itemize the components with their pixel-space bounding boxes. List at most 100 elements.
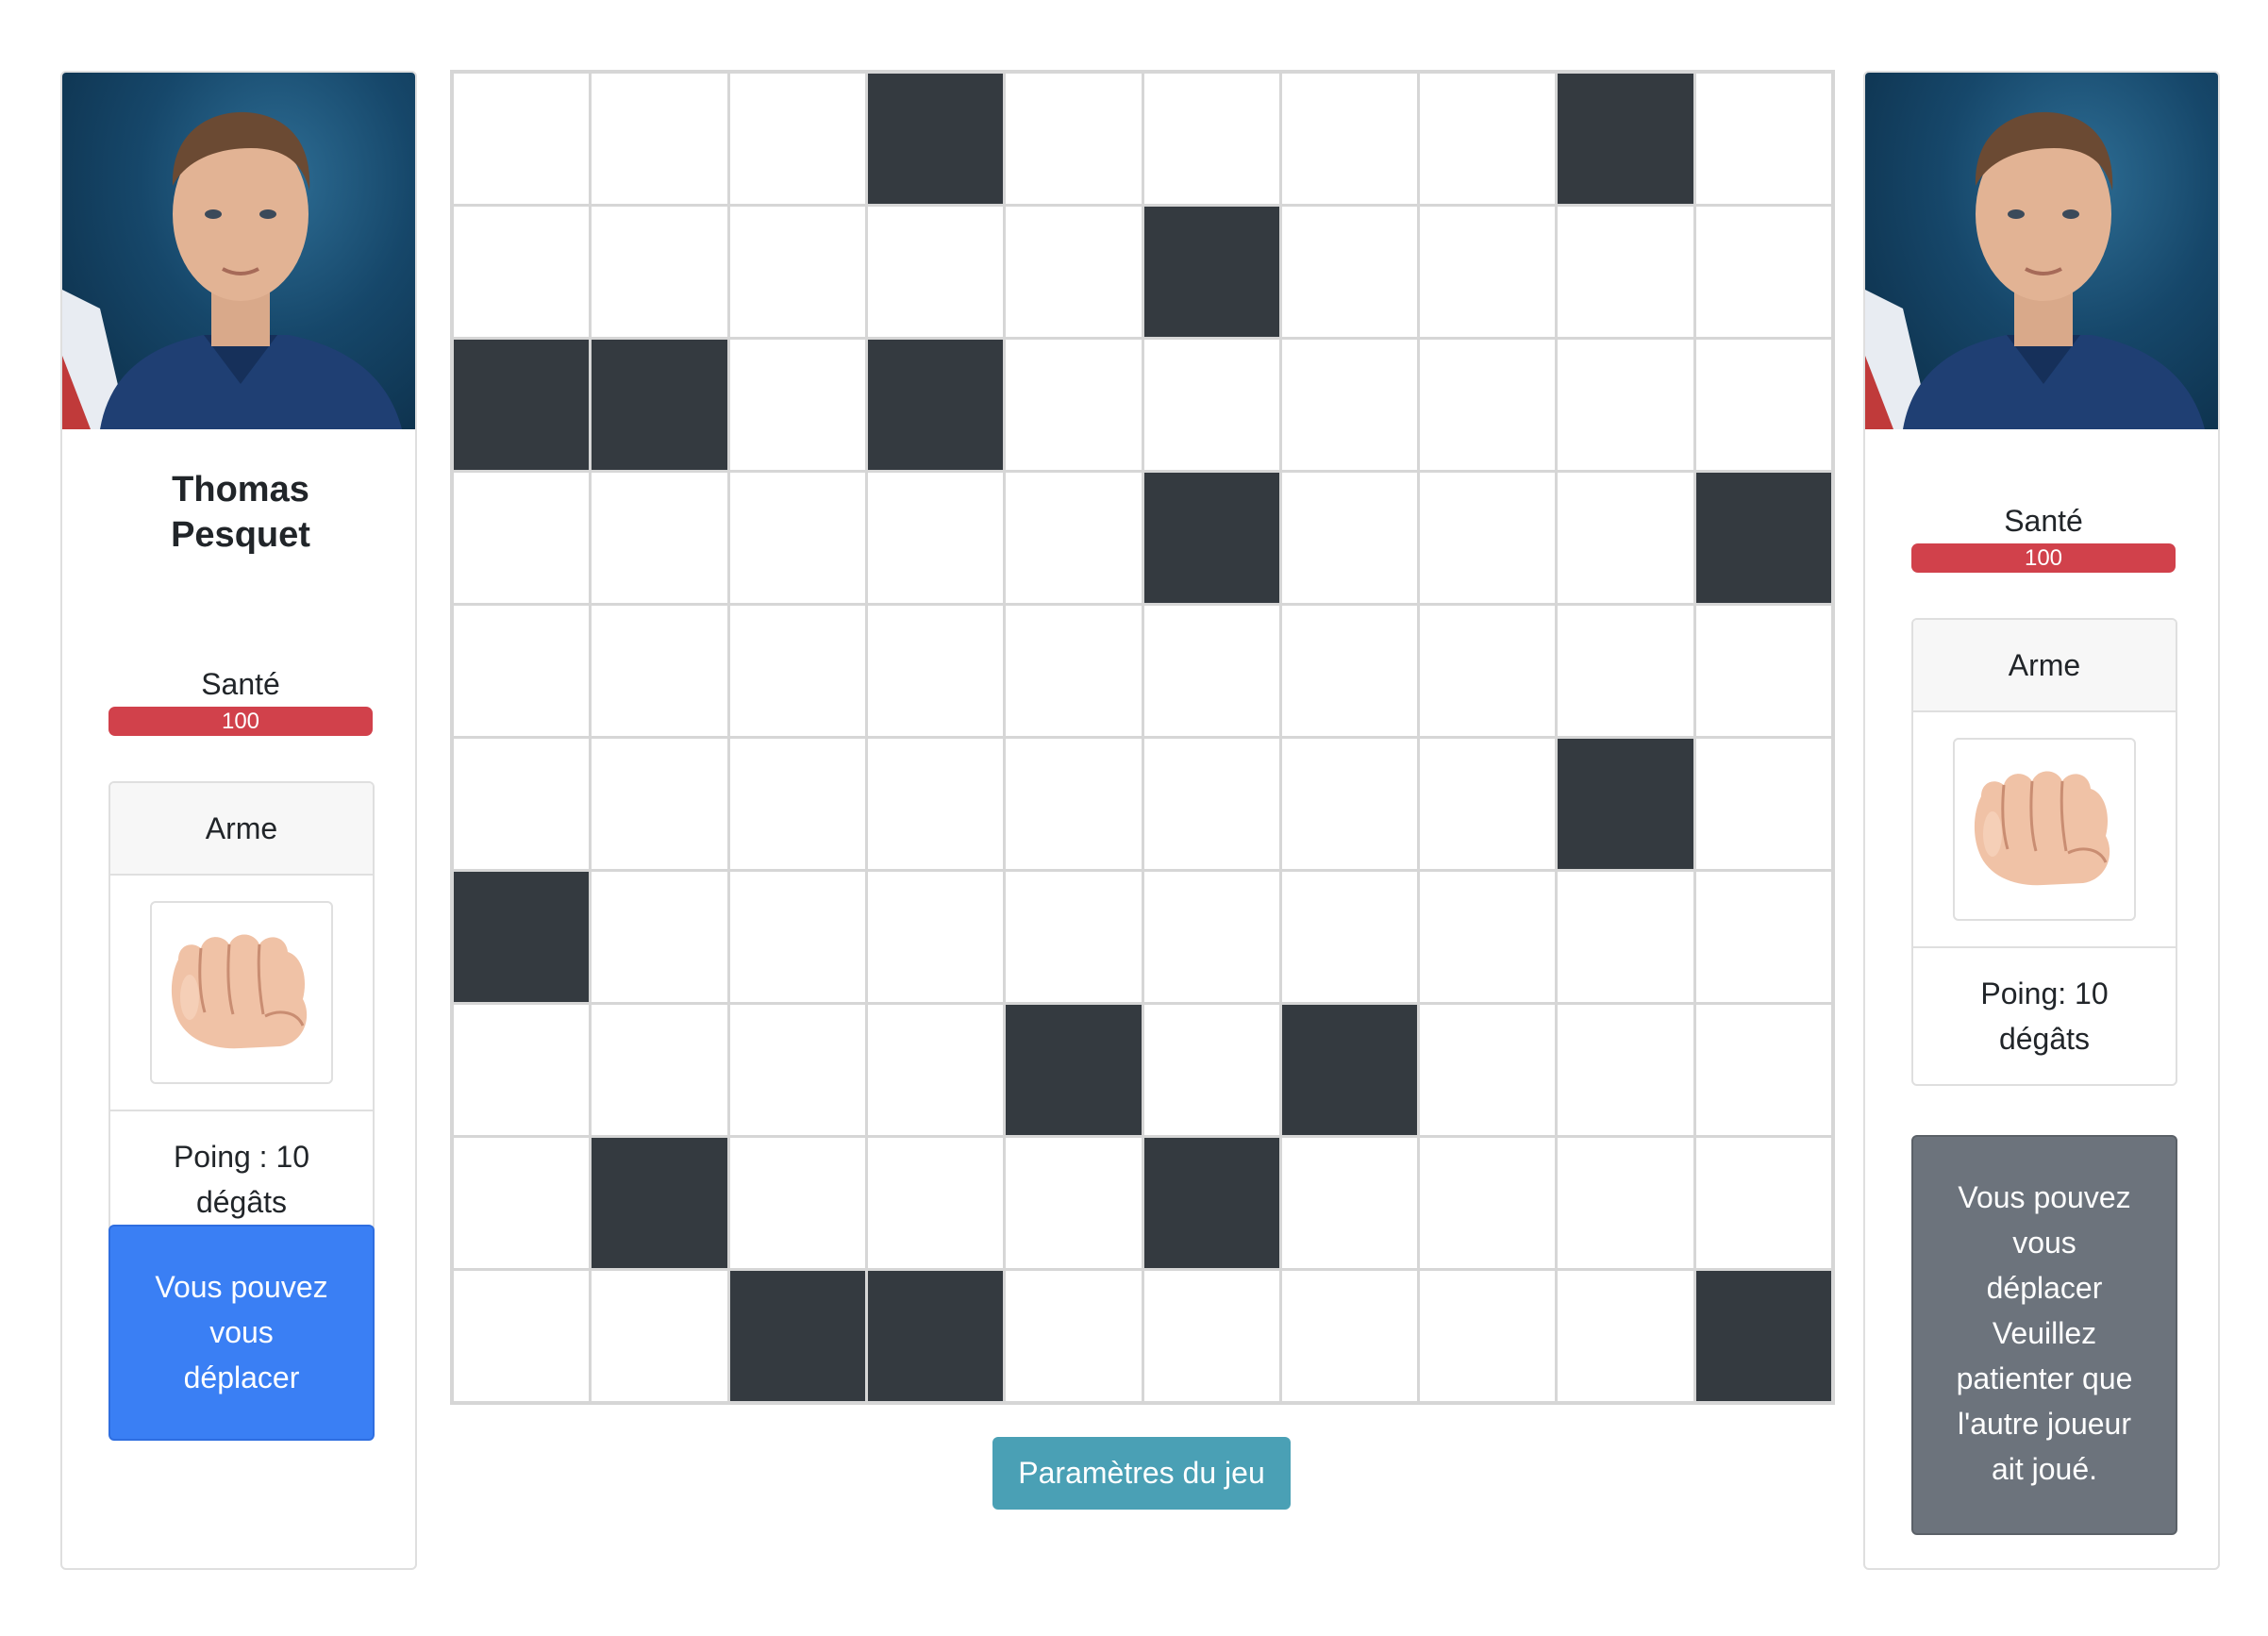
board-cell-wall[interactable] — [867, 74, 1004, 204]
board-cell[interactable] — [454, 606, 590, 736]
board-cell[interactable] — [454, 1005, 590, 1135]
board-cell[interactable] — [1695, 1005, 1831, 1135]
board-cell[interactable] — [1420, 606, 1556, 736]
board-cell[interactable] — [1420, 207, 1556, 337]
board-cell[interactable] — [1558, 1271, 1693, 1401]
board-cell[interactable] — [1558, 1138, 1693, 1268]
board-cell[interactable] — [1281, 872, 1418, 1002]
board-cell-wall[interactable] — [867, 340, 1004, 470]
board-cell[interactable] — [1143, 606, 1279, 736]
board-cell[interactable] — [1143, 1271, 1279, 1401]
board-cell[interactable] — [1420, 340, 1556, 470]
board-cell[interactable] — [1143, 340, 1279, 470]
board-cell-wall[interactable] — [454, 872, 590, 1002]
board-cell[interactable] — [1420, 872, 1556, 1002]
board-cell[interactable] — [867, 606, 1004, 736]
board-cell[interactable] — [1420, 739, 1556, 869]
board-cell[interactable] — [867, 207, 1004, 337]
board-cell[interactable] — [454, 739, 590, 869]
board-cell[interactable] — [1558, 340, 1693, 470]
board-cell[interactable] — [1006, 340, 1142, 470]
board-cell-wall[interactable] — [592, 1138, 727, 1268]
board-cell[interactable] — [1281, 340, 1418, 470]
board-cell[interactable] — [592, 1005, 727, 1135]
board-cell-wall[interactable] — [1695, 1271, 1831, 1401]
board-cell[interactable] — [454, 1138, 590, 1268]
board-cell-wall[interactable] — [454, 340, 590, 470]
board-cell[interactable] — [729, 340, 865, 470]
board-cell[interactable] — [1281, 1138, 1418, 1268]
board-cell[interactable] — [1006, 1271, 1142, 1401]
board-cell[interactable] — [1143, 1005, 1279, 1135]
board-cell[interactable] — [1695, 207, 1831, 337]
board-cell[interactable] — [867, 1138, 1004, 1268]
board-cell-wall[interactable] — [867, 1271, 1004, 1401]
board-cell[interactable] — [1281, 473, 1418, 603]
board-cell-wall[interactable] — [1143, 1138, 1279, 1268]
board-cell[interactable] — [1420, 1138, 1556, 1268]
board-cell[interactable] — [1143, 872, 1279, 1002]
board-cell[interactable] — [729, 872, 865, 1002]
board-cell[interactable] — [454, 207, 590, 337]
board-cell[interactable] — [867, 1005, 1004, 1135]
board-cell-wall[interactable] — [1006, 1005, 1142, 1135]
board-cell[interactable] — [592, 74, 727, 204]
board-cell[interactable] — [1695, 74, 1831, 204]
board-cell[interactable] — [729, 473, 865, 603]
board-cell[interactable] — [592, 207, 727, 337]
board-cell[interactable] — [1420, 1005, 1556, 1135]
board-cell[interactable] — [1420, 1271, 1556, 1401]
board-cell[interactable] — [1281, 207, 1418, 337]
board-cell[interactable] — [592, 739, 727, 869]
board-cell[interactable] — [867, 872, 1004, 1002]
board-cell[interactable] — [1558, 606, 1693, 736]
board-cell[interactable] — [1281, 606, 1418, 736]
board-cell[interactable] — [1006, 1138, 1142, 1268]
board-cell[interactable] — [1006, 473, 1142, 603]
board-cell[interactable] — [1695, 340, 1831, 470]
board-cell[interactable] — [1420, 473, 1556, 603]
board-cell-wall[interactable] — [1695, 473, 1831, 603]
board-cell[interactable] — [1695, 606, 1831, 736]
board-cell[interactable] — [729, 739, 865, 869]
board-cell-wall[interactable] — [1558, 739, 1693, 869]
board-cell[interactable] — [1420, 74, 1556, 204]
board-cell[interactable] — [1558, 207, 1693, 337]
board-cell-wall[interactable] — [1281, 1005, 1418, 1135]
board-cell[interactable] — [1695, 739, 1831, 869]
board-cell[interactable] — [1695, 1138, 1831, 1268]
board-cell[interactable] — [1143, 739, 1279, 869]
board-cell[interactable] — [454, 473, 590, 603]
board-cell[interactable] — [729, 74, 865, 204]
board-cell[interactable] — [592, 473, 727, 603]
board-cell[interactable] — [1558, 1005, 1693, 1135]
game-settings-button[interactable]: Paramètres du jeu — [992, 1437, 1291, 1510]
board-cell[interactable] — [1006, 739, 1142, 869]
board-cell[interactable] — [1006, 74, 1142, 204]
board-cell[interactable] — [1143, 74, 1279, 204]
board-cell[interactable] — [1006, 606, 1142, 736]
board-cell[interactable] — [729, 207, 865, 337]
board-cell-wall[interactable] — [1143, 207, 1279, 337]
board-cell[interactable] — [867, 739, 1004, 869]
board-cell[interactable] — [454, 74, 590, 204]
board-cell[interactable] — [592, 1271, 727, 1401]
board-cell-wall[interactable] — [1143, 473, 1279, 603]
board-cell[interactable] — [454, 1271, 590, 1401]
board-cell[interactable] — [1281, 1271, 1418, 1401]
board-cell-wall[interactable] — [592, 340, 727, 470]
board-cell[interactable] — [1558, 872, 1693, 1002]
board-cell[interactable] — [592, 872, 727, 1002]
board-cell[interactable] — [1695, 872, 1831, 1002]
board-cell[interactable] — [867, 473, 1004, 603]
board-cell-wall[interactable] — [1558, 74, 1693, 204]
board-cell[interactable] — [729, 1005, 865, 1135]
board-cell[interactable] — [729, 606, 865, 736]
board-cell[interactable] — [1006, 207, 1142, 337]
board-cell[interactable] — [1558, 473, 1693, 603]
board-cell[interactable] — [729, 1138, 865, 1268]
board-cell[interactable] — [1281, 739, 1418, 869]
board-cell[interactable] — [592, 606, 727, 736]
board-cell[interactable] — [1281, 74, 1418, 204]
board-cell[interactable] — [1006, 872, 1142, 1002]
